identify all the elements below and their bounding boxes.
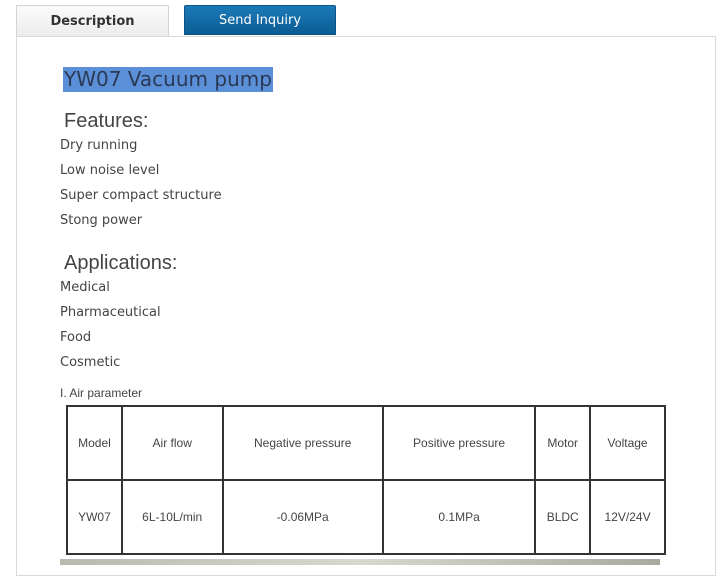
table-cell: 6L-10L/min — [120, 479, 224, 555]
table-header-cell: Motor — [534, 405, 592, 481]
description-content: YW07 Vacuum pump Features: Dry running L… — [0, 0, 726, 565]
table-header-cell: Negative pressure — [221, 405, 384, 481]
table-cell: YW07 — [66, 479, 123, 555]
table-cell: -0.06MPa — [221, 479, 384, 555]
table-header-cell: Voltage — [589, 405, 666, 481]
application-item: Pharmaceutical — [60, 305, 161, 320]
table-header-row: Model Air flow Negative pressure Positiv… — [66, 405, 666, 481]
feature-item: Dry running — [60, 138, 138, 153]
air-parameter-label: I. Air parameter — [60, 386, 143, 400]
features-heading: Features: — [64, 110, 149, 132]
table-row: YW07 6L-10L/min -0.06MPa 0.1MPa BLDC 12V… — [66, 479, 666, 555]
table-header-cell: Model — [66, 405, 123, 481]
table-header-cell: Air flow — [120, 405, 224, 481]
application-item: Cosmetic — [60, 355, 121, 370]
feature-item: Super compact structure — [60, 188, 222, 203]
product-title: YW07 Vacuum pump — [63, 67, 273, 92]
air-parameter-table: Model Air flow Negative pressure Positiv… — [66, 405, 666, 555]
applications-heading: Applications: — [64, 252, 178, 274]
product-image-top-edge — [60, 559, 660, 565]
table-cell: 12V/24V — [589, 479, 666, 555]
feature-item: Low noise level — [60, 163, 160, 178]
application-item: Medical — [60, 280, 110, 295]
feature-item: Stong power — [60, 213, 143, 228]
application-item: Food — [60, 330, 92, 345]
table-cell: BLDC — [534, 479, 592, 555]
table-header-cell: Positive pressure — [381, 405, 537, 481]
table-cell: 0.1MPa — [381, 479, 537, 555]
